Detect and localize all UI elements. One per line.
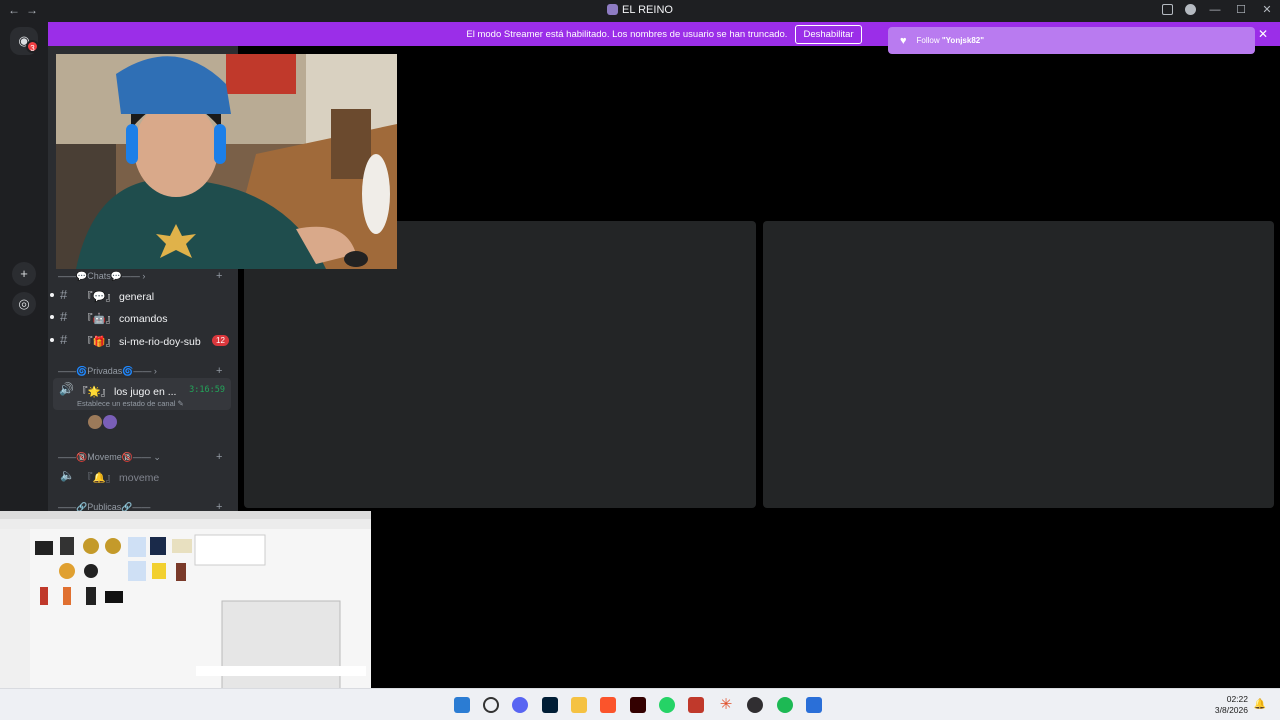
inbox-icon[interactable] bbox=[1162, 4, 1173, 15]
streamer-mode-text: El modo Streamer está habilitado. Los no… bbox=[466, 28, 788, 40]
add-channel-icon[interactable]: + bbox=[216, 451, 222, 463]
voice-channel-name: 『🌟』 los jugo en ... bbox=[77, 384, 176, 399]
speaker-icon: 🔊 bbox=[59, 382, 74, 396]
close-window-button[interactable]: ✕ bbox=[1254, 0, 1280, 22]
disable-streamer-button[interactable]: Deshabilitar bbox=[795, 24, 862, 44]
category-moveme[interactable]: ——🔞Moveme🔞—— ⌄ + bbox=[58, 451, 222, 463]
category-label: ——💬Chats💬—— › bbox=[58, 271, 146, 281]
channel-name: 『🤖』 comandos bbox=[82, 311, 167, 326]
channel-prefix: 『🤖』 bbox=[82, 313, 117, 325]
category-label: ——🌀Privadas🌀—— › bbox=[58, 366, 157, 376]
follow-alert: ♥ Follow "Yonjsk82" bbox=[888, 27, 1255, 54]
explore-icon[interactable]: ◎ bbox=[12, 292, 36, 316]
windows-taskbar: ✳ 02:22 3/8/2026 🔔 bbox=[0, 688, 1280, 720]
add-channel-icon[interactable]: + bbox=[216, 270, 222, 282]
channel-prefix: 『🎁』 bbox=[82, 336, 117, 348]
text-channel-icon: # bbox=[60, 309, 68, 324]
channel-label: comandos bbox=[119, 313, 168, 325]
sparkle-app-icon[interactable]: ✳ bbox=[718, 697, 734, 713]
unread-dot bbox=[50, 315, 54, 319]
channel-si-me-rio-doy-sub[interactable]: # 『🎁』 si-me-rio-doy-sub 12 bbox=[50, 330, 234, 350]
category-privadas[interactable]: ——🌀Privadas🌀—— › + bbox=[58, 365, 222, 377]
help-icon[interactable] bbox=[1185, 4, 1196, 15]
notification-bell-icon[interactable]: 🔔 bbox=[1254, 699, 1266, 710]
webcam-image bbox=[56, 54, 397, 269]
speaker-icon: 🔈 bbox=[60, 468, 75, 482]
start-icon[interactable] bbox=[454, 697, 470, 713]
server-icon bbox=[607, 4, 619, 15]
add-channel-icon[interactable]: + bbox=[216, 365, 222, 377]
window-title: EL REINO bbox=[0, 4, 1280, 16]
channel-comandos[interactable]: # 『🤖』 comandos bbox=[50, 307, 234, 327]
notification-badge: 3 bbox=[26, 40, 39, 53]
text-channel-icon: # bbox=[60, 332, 68, 347]
minimize-button[interactable]: — bbox=[1202, 0, 1228, 22]
channel-name: 『🎁』 si-me-rio-doy-sub bbox=[82, 334, 201, 349]
channel-label: general bbox=[119, 291, 155, 303]
channel-prefix: 『🌟』 bbox=[77, 386, 112, 398]
voice-channel-active[interactable]: 🔊 『🌟』 los jugo en ... 3:16:59 Establece … bbox=[53, 378, 231, 410]
channel-name: 『💬』 general bbox=[82, 289, 154, 304]
unread-dot bbox=[50, 293, 54, 297]
photoshop-icon[interactable] bbox=[542, 697, 558, 713]
heart-icon: ♥ bbox=[900, 34, 907, 47]
channel-prefix: 『🔔』 bbox=[82, 472, 117, 484]
video-tile[interactable] bbox=[763, 221, 1274, 508]
set-channel-status[interactable]: Establece un estado de canal ✎ bbox=[77, 399, 184, 408]
follow-prefix: Follow bbox=[916, 36, 940, 45]
channel-label: si-me-rio-doy-sub bbox=[119, 336, 201, 348]
illustrator-icon[interactable] bbox=[630, 697, 646, 713]
file-explorer-icon[interactable] bbox=[571, 697, 587, 713]
voice-timer: 3:16:59 bbox=[189, 385, 225, 395]
avatar[interactable] bbox=[88, 415, 102, 429]
text-channel-icon: # bbox=[60, 287, 68, 302]
taskbar-clock[interactable]: 02:22 3/8/2026 bbox=[1215, 694, 1248, 716]
mention-count-badge: 12 bbox=[212, 335, 229, 346]
clock-time: 02:22 bbox=[1226, 694, 1248, 704]
search-icon[interactable] bbox=[483, 697, 499, 713]
title-bar: ←→ EL REINO — ☐ ✕ bbox=[0, 0, 1280, 22]
spotify-icon[interactable] bbox=[777, 697, 793, 713]
channel-label: moveme bbox=[119, 472, 160, 484]
category-chats[interactable]: ——💬Chats💬—— › + bbox=[58, 270, 222, 282]
category-label: ——🔞Moveme🔞—— ⌄ bbox=[58, 452, 161, 462]
shield-icon[interactable] bbox=[806, 697, 822, 713]
clock-date: 3/8/2026 bbox=[1214, 705, 1248, 715]
unread-dot bbox=[50, 338, 54, 342]
whatsapp-icon[interactable] bbox=[659, 697, 675, 713]
follow-user: "Yonjsk82" bbox=[941, 36, 985, 45]
app-icon[interactable] bbox=[688, 697, 704, 713]
channel-general[interactable]: # 『💬』 general bbox=[50, 285, 234, 305]
obs-icon[interactable] bbox=[747, 697, 763, 713]
avatar[interactable] bbox=[103, 415, 117, 429]
close-banner-icon[interactable]: ✕ bbox=[1258, 27, 1268, 41]
window-title-text: EL REINO bbox=[622, 4, 673, 16]
webcam-overlay bbox=[56, 54, 397, 269]
brave-browser-icon[interactable] bbox=[600, 697, 616, 713]
channel-prefix: 『💬』 bbox=[82, 291, 117, 303]
add-server-icon[interactable]: + bbox=[12, 262, 36, 286]
maximize-button[interactable]: ☐ bbox=[1228, 0, 1254, 22]
channel-label: los jugo en ... bbox=[114, 386, 177, 398]
discord-icon[interactable] bbox=[512, 697, 528, 713]
voice-channel-name: 『🔔』 moveme bbox=[82, 470, 159, 485]
